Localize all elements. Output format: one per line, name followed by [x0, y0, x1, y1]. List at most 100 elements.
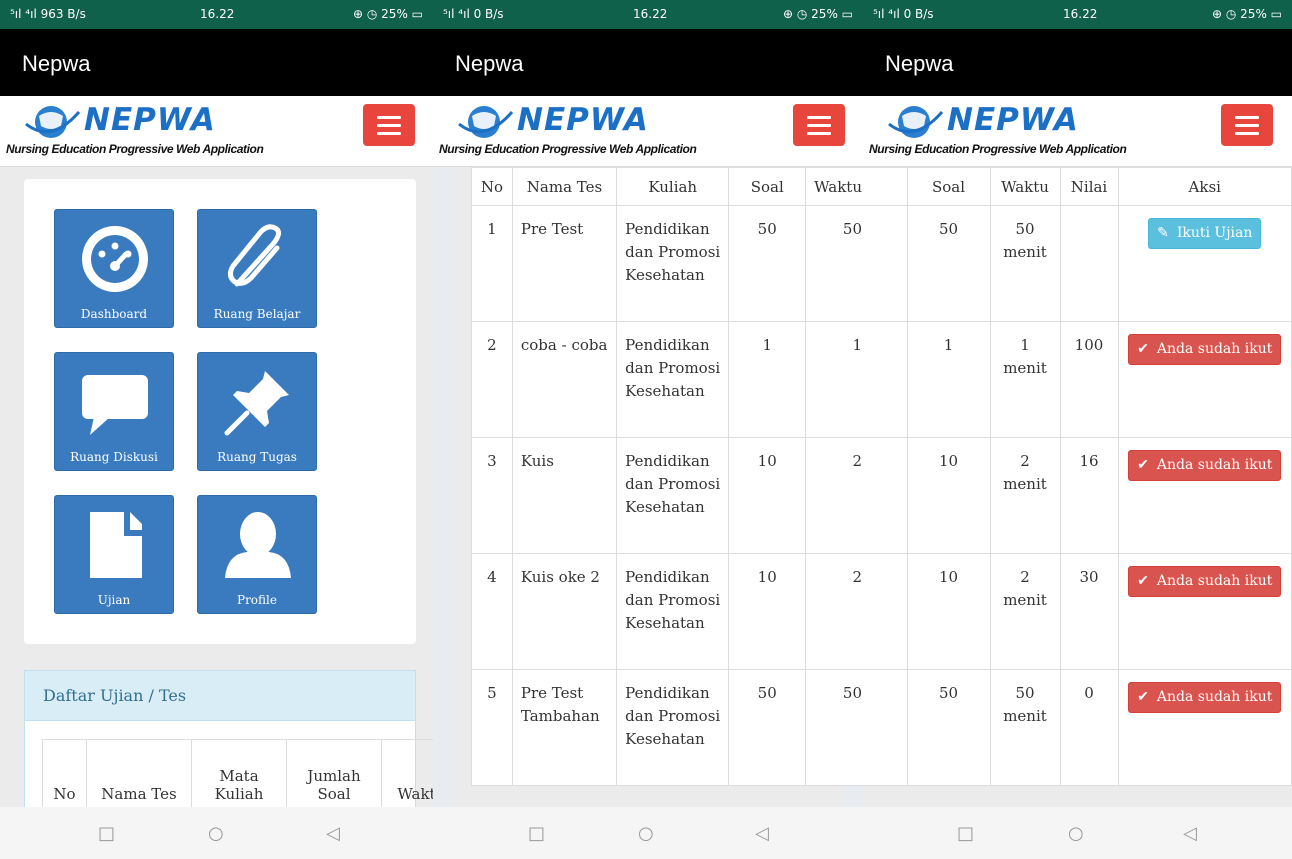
- cell-waktu: 50: [805, 669, 863, 786]
- hamburger-menu-button[interactable]: [793, 104, 845, 146]
- cell-nilai: 100: [1059, 321, 1119, 438]
- button-label: Anda sudah ikut: [1156, 573, 1273, 589]
- hamburger-menu-button[interactable]: [363, 104, 415, 146]
- tile-label: Profile: [237, 593, 277, 607]
- col-header: Waktu: [989, 167, 1061, 206]
- col-header: Waktu: [805, 167, 863, 206]
- cell-kuliah: Pendidikan dan Promosi Kesehatan: [616, 321, 730, 438]
- android-nav-bar: □ ○ ◁: [0, 807, 433, 859]
- logo-tagline: Nursing Education Progressive Web Applic…: [439, 142, 697, 156]
- tile-label: Dashboard: [80, 307, 148, 321]
- android-nav-bar: □ ○ ◁: [433, 807, 863, 859]
- cell-nilai: [1059, 205, 1119, 322]
- cell-no: 2: [471, 321, 513, 438]
- table-row: 2 coba - coba Pendidikan dan Promosi Kes…: [471, 321, 863, 438]
- recent-apps-button[interactable]: □: [528, 823, 545, 844]
- back-button[interactable]: ◁: [1183, 823, 1197, 844]
- app-title: Nepwa: [455, 51, 524, 76]
- check-icon: ✔: [1137, 457, 1149, 473]
- cell-waktu: 2 menit: [989, 437, 1061, 554]
- ruang-tugas-tile[interactable]: Ruang Tugas: [197, 352, 317, 471]
- exam-table-scrolled: Soal Waktu Nilai Aksi 50 50 menit ✎ Ikuti…: [863, 167, 1292, 786]
- sudah-ikut-button[interactable]: ✔ Anda sudah ikut: [1128, 566, 1282, 597]
- cell-waktu: 50 menit: [989, 205, 1061, 322]
- sudah-ikut-button[interactable]: ✔ Anda sudah ikut: [1128, 682, 1282, 713]
- signal-indicator: ⁵ıl ⁴ıl 0 B/s: [873, 7, 934, 21]
- site-navbar: NEPWA Nursing Education Progressive Web …: [433, 96, 863, 167]
- cell-soal: 10: [728, 553, 807, 670]
- col-header: Jumlah Soal: [286, 739, 382, 807]
- table-row: 50 50 menit 0 ✔ Anda sudah ikut: [863, 669, 1292, 786]
- signal-indicator: ⁵ıl ⁴ıl 0 B/s: [443, 7, 504, 21]
- phone-screen-exam-table-left: ⁵ıl ⁴ıl 0 B/s 16.22 ⊕ ◷ 25% ▭ Nepwa NEPW…: [433, 0, 863, 859]
- main-content: Soal Waktu Nilai Aksi 50 50 menit ✎ Ikuti…: [863, 167, 1292, 807]
- phone-screen-menu: ⁵ıl ⁴ıl 963 B/s 16.22 ⊕ ◷ 25% ▭ Nepwa NE…: [0, 0, 433, 859]
- col-header: Nilai: [1059, 167, 1119, 206]
- logo-wordmark: NEPWA: [84, 102, 216, 138]
- home-button[interactable]: ○: [1068, 823, 1084, 844]
- cell-soal: 1: [728, 321, 807, 438]
- clock: 16.22: [633, 7, 668, 21]
- recent-apps-button[interactable]: □: [957, 823, 974, 844]
- dashboard-tile[interactable]: Dashboard: [54, 209, 174, 328]
- sudah-ikut-button[interactable]: ✔ Anda sudah ikut: [1128, 450, 1282, 481]
- ruang-diskusi-tile[interactable]: Ruang Diskusi: [54, 352, 174, 471]
- table-header-row: Soal Waktu Nilai Aksi: [863, 167, 1292, 206]
- table-row: 5 Pre Test Tambahan Pendidikan dan Promo…: [471, 669, 863, 786]
- logo-tagline: Nursing Education Progressive Web Applic…: [869, 142, 1127, 156]
- cell-soal: 1: [906, 321, 991, 438]
- cell-clipped: [863, 205, 908, 322]
- cell-nama: Pre Test Tambahan: [511, 669, 618, 786]
- ujian-tile[interactable]: Ujian: [54, 495, 174, 614]
- back-button[interactable]: ◁: [755, 823, 769, 844]
- profile-tile[interactable]: Profile: [197, 495, 317, 614]
- battery-indicator: ⊕ ◷ 25% ▭: [1212, 7, 1282, 21]
- pencil-icon: ✎: [1157, 225, 1169, 241]
- table-row: 3 Kuis Pendidikan dan Promosi Kesehatan …: [471, 437, 863, 554]
- tile-label: Ruang Diskusi: [70, 450, 158, 464]
- cell-no: 4: [471, 553, 513, 670]
- cell-soal: 50: [728, 205, 807, 322]
- cell-waktu: 2 menit: [989, 553, 1061, 670]
- button-label: Anda sudah ikut: [1156, 341, 1273, 357]
- cell-waktu: 2: [805, 553, 863, 670]
- cell-waktu: 1 menit: [989, 321, 1061, 438]
- col-header: No: [42, 739, 87, 807]
- col-header: Aksi: [1117, 167, 1292, 206]
- signal-indicator: ⁵ıl ⁴ıl 963 B/s: [10, 7, 86, 21]
- cell-kuliah: Pendidikan dan Promosi Kesehatan: [616, 437, 730, 554]
- sudah-ikut-button[interactable]: ✔ Anda sudah ikut: [1128, 334, 1282, 365]
- nepwa-logo[interactable]: NEPWA Nursing Education Progressive Web …: [869, 100, 1139, 162]
- app-title: Nepwa: [885, 51, 954, 76]
- ruang-belajar-tile[interactable]: Ruang Belajar: [197, 209, 317, 328]
- cell-kuliah: Pendidikan dan Promosi Kesehatan: [616, 553, 730, 670]
- main-content: No Nama Tes Kuliah Soal Waktu 1 Pre Test…: [433, 167, 863, 807]
- logo-wordmark: NEPWA: [947, 102, 1079, 138]
- home-button[interactable]: ○: [638, 823, 654, 844]
- col-header: No: [471, 167, 513, 206]
- site-navbar: NEPWA Nursing Education Progressive Web …: [863, 96, 1292, 167]
- back-button[interactable]: ◁: [326, 823, 340, 844]
- globe-logo-icon: [25, 106, 81, 138]
- cell-clipped: [863, 437, 908, 554]
- hamburger-menu-button[interactable]: [1221, 104, 1273, 146]
- table-row: 10 2 menit 30 ✔ Anda sudah ikut: [863, 553, 1292, 670]
- table-row: 50 50 menit ✎ Ikuti Ujian: [863, 205, 1292, 322]
- ikuti-ujian-button[interactable]: ✎ Ikuti Ujian: [1148, 218, 1262, 249]
- col-header: Soal: [906, 167, 991, 206]
- cell-clipped: [863, 553, 908, 670]
- panel-title: Daftar Ujian / Tes: [25, 671, 415, 721]
- nepwa-logo[interactable]: NEPWA Nursing Education Progressive Web …: [6, 100, 276, 162]
- col-header: Wakt: [381, 739, 433, 807]
- home-button[interactable]: ○: [208, 823, 224, 844]
- cell-soal: 50: [906, 669, 991, 786]
- clock: 16.22: [1063, 7, 1098, 21]
- clock: 16.22: [200, 7, 235, 21]
- cell-waktu: 2: [805, 437, 863, 554]
- recent-apps-button[interactable]: □: [98, 823, 115, 844]
- check-icon: ✔: [1137, 573, 1149, 589]
- col-header: Mata Kuliah: [191, 739, 287, 807]
- col-header: Kuliah: [616, 167, 730, 206]
- table-header-row: No Nama Tes Kuliah Soal Waktu: [471, 167, 863, 206]
- nepwa-logo[interactable]: NEPWA Nursing Education Progressive Web …: [439, 100, 709, 162]
